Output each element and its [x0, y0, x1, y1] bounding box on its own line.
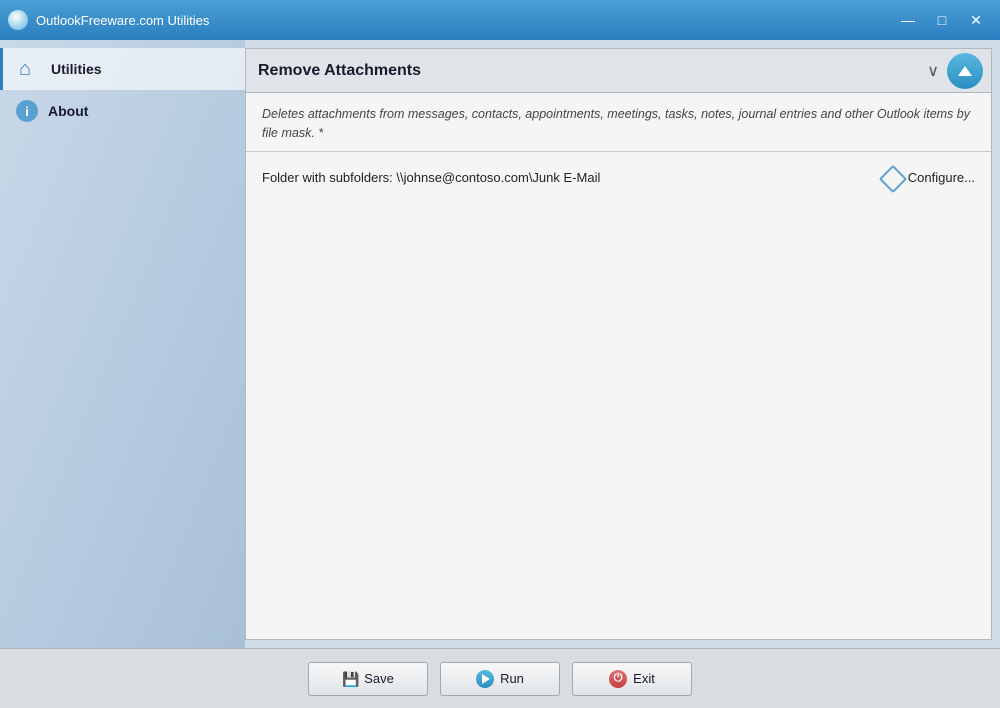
close-button[interactable]: ✕: [960, 8, 992, 32]
sidebar-item-utilities[interactable]: Utilities: [0, 48, 245, 90]
exit-icon: ⏻: [609, 670, 627, 688]
configure-button[interactable]: Configure...: [882, 168, 975, 188]
save-label: Save: [364, 671, 394, 686]
maximize-button[interactable]: □: [926, 8, 958, 32]
run-button[interactable]: Run: [440, 662, 560, 696]
exit-button[interactable]: ⏻ Exit: [572, 662, 692, 696]
run-label: Run: [500, 671, 524, 686]
content-panel: Remove Attachments ∨ Deletes attachments…: [245, 48, 992, 640]
configure-label: Configure...: [908, 170, 975, 185]
content-spacer: [246, 204, 991, 640]
sidebar-label-utilities: Utilities: [51, 61, 102, 77]
app-icon: [8, 10, 28, 30]
folder-path-text: Folder with subfolders: \\johnse@contoso…: [262, 170, 600, 185]
folder-row: Folder with subfolders: \\johnse@contoso…: [246, 152, 991, 204]
titlebar: OutlookFreeware.com Utilities — □ ✕: [0, 0, 1000, 40]
run-icon: [476, 670, 494, 688]
minimize-button[interactable]: —: [892, 8, 924, 32]
sidebar-item-about[interactable]: i About: [0, 90, 245, 132]
window-title: OutlookFreeware.com Utilities: [36, 13, 884, 28]
save-button[interactable]: Save: [308, 662, 428, 696]
bottom-bar: Save Run ⏻ Exit: [0, 648, 1000, 708]
main-container: Outlook Freeware .com Utilities i About …: [0, 40, 1000, 648]
upload-button[interactable]: [947, 53, 983, 89]
exit-label: Exit: [633, 671, 655, 686]
info-icon: i: [16, 100, 38, 122]
save-icon: [342, 671, 358, 687]
content-description: Deletes attachments from messages, conta…: [246, 93, 991, 152]
window-controls: — □ ✕: [892, 8, 992, 32]
sidebar: Utilities i About: [0, 40, 245, 648]
content-title: Remove Attachments: [258, 62, 927, 80]
content-header: Remove Attachments ∨: [246, 49, 991, 93]
configure-icon: [882, 168, 902, 188]
chevron-down-icon[interactable]: ∨: [927, 61, 939, 81]
home-icon: [19, 58, 41, 80]
sidebar-label-about: About: [48, 103, 88, 119]
